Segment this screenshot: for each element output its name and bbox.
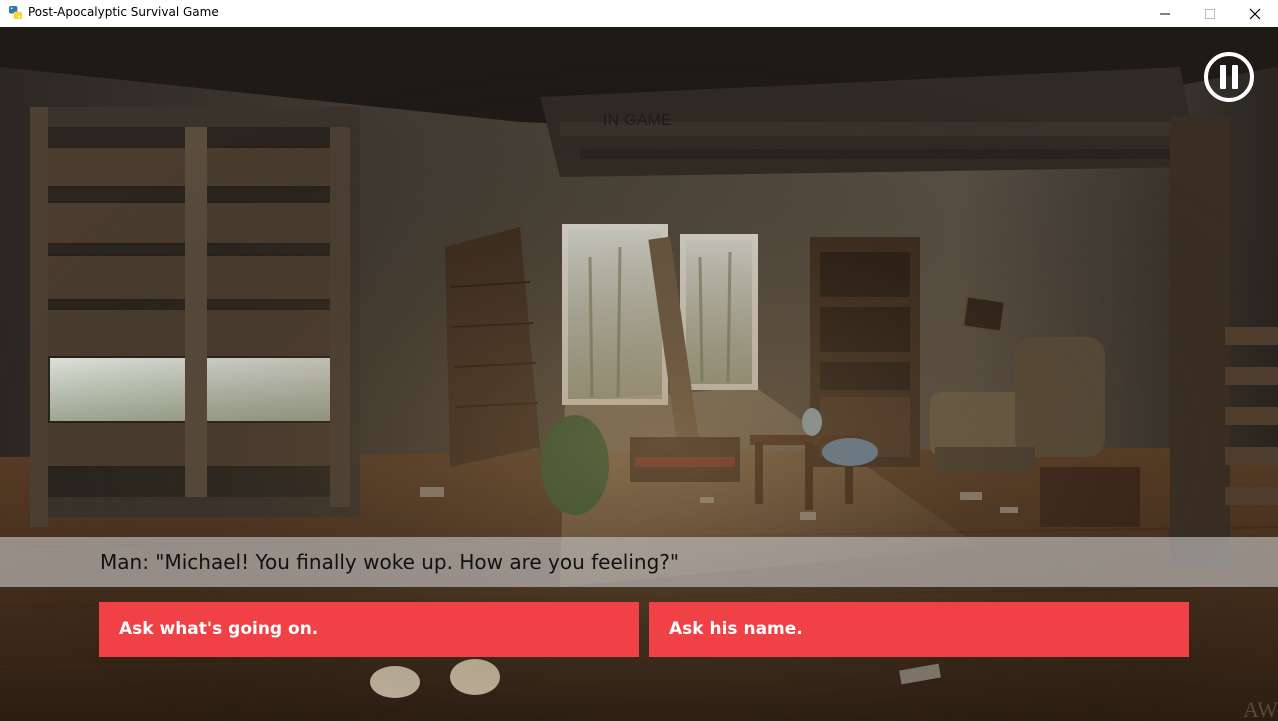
close-icon [1249, 8, 1261, 19]
game-state-label: IN GAME [603, 112, 672, 129]
corner-watermark: AW [1243, 697, 1278, 721]
window-title: Post-Apocalyptic Survival Game [28, 5, 219, 19]
game-viewport[interactable]: AW IN GAME Man: "Michael! You finally wo… [0, 27, 1278, 721]
maximize-button[interactable] [1187, 0, 1233, 27]
minimize-icon [1160, 13, 1170, 14]
choice-button-ask-his-name[interactable]: Ask his name. [649, 602, 1189, 657]
choice-button-ask-whats-going-on[interactable]: Ask what's going on. [99, 602, 639, 657]
close-button[interactable] [1232, 0, 1278, 27]
maximize-icon [1205, 8, 1215, 19]
minimize-button[interactable] [1142, 0, 1188, 27]
dialogue-box: Man: "Michael! You finally woke up. How … [0, 537, 1278, 587]
pause-button[interactable] [1203, 51, 1255, 103]
window-titlebar[interactable]: Post-Apocalyptic Survival Game [0, 0, 1278, 27]
dialogue-text: Man: "Michael! You finally woke up. How … [100, 550, 680, 574]
python-icon [8, 5, 23, 20]
pause-icon [1204, 52, 1254, 102]
